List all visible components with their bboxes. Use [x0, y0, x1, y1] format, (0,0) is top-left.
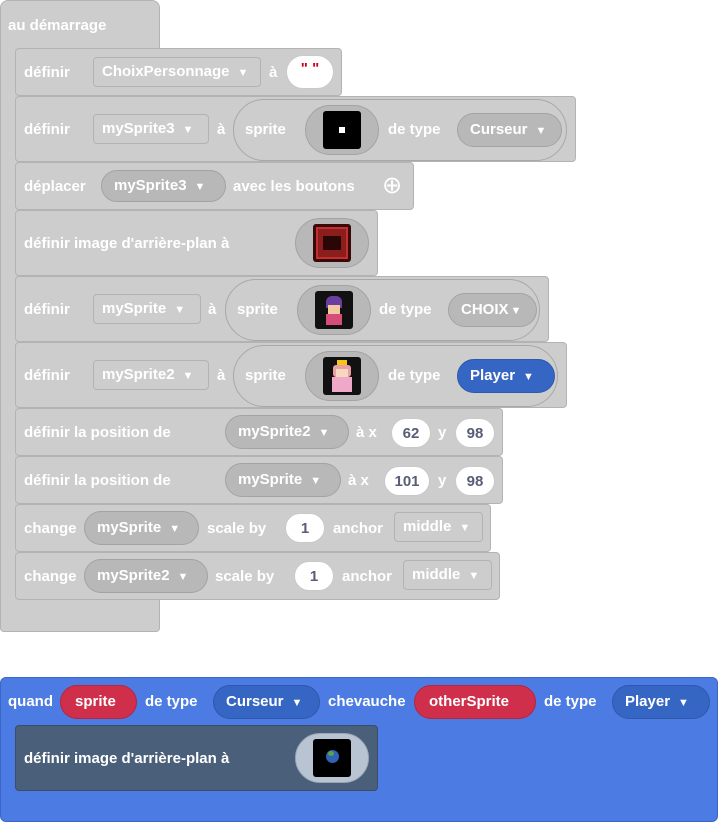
chevron-down-icon: ▼ — [459, 522, 471, 534]
planet-background-image — [313, 739, 351, 777]
to-label: à — [217, 367, 226, 384]
character-sprite-image — [315, 291, 353, 329]
chevron-down-icon: ▼ — [177, 571, 189, 583]
anchor-dropdown[interactable]: middle ▼ — [403, 560, 492, 590]
set-keyword: définir — [24, 64, 70, 81]
variable-dropdown-mysprite3[interactable]: mySprite3 ▼ — [93, 114, 209, 144]
set-background-label: définir image d'arrière-plan à — [24, 750, 230, 767]
sprite-image-picker[interactable] — [305, 105, 379, 155]
chevron-down-icon: ▼ — [169, 523, 181, 535]
anchor-label: anchor — [342, 568, 393, 585]
with-buttons-label: avec les boutons — [233, 178, 355, 195]
y-input[interactable]: 98 — [455, 418, 495, 448]
set-background-label: définir image d'arrière-plan à — [24, 235, 230, 252]
variable-dropdown-mysprite2[interactable]: mySprite2 ▼ — [225, 415, 349, 449]
variable-dropdown-choixpersonnage[interactable]: ChoixPersonnage ▼ — [93, 57, 261, 87]
y-label: y — [438, 472, 447, 489]
scale-by-label: scale by — [215, 568, 275, 585]
set-keyword: définir — [24, 301, 70, 318]
anchor-dropdown[interactable]: middle ▼ — [394, 512, 483, 542]
scale-by-label: scale by — [207, 520, 267, 537]
cursor-sprite-image — [323, 111, 361, 149]
sprite-keyword: sprite — [237, 301, 278, 318]
variable-dropdown-mysprite[interactable]: mySprite ▼ — [84, 511, 199, 545]
sprite-keyword: sprite — [245, 121, 286, 138]
move-keyword: déplacer — [24, 178, 86, 195]
chevron-down-icon: ▼ — [523, 371, 534, 383]
type-keyword: de type — [388, 121, 441, 138]
kind-dropdown-player[interactable]: Player ▼ — [612, 685, 710, 719]
kind-dropdown-curseur[interactable]: Curseur ▼ — [457, 113, 562, 147]
other-sprite-variable-pill[interactable]: otherSprite — [414, 685, 536, 719]
chevron-down-icon: ▼ — [468, 570, 480, 582]
set-position-label: définir la position de — [24, 472, 171, 489]
chevron-down-icon: ▼ — [291, 697, 303, 709]
variable-dropdown-mysprite3[interactable]: mySprite3 ▼ — [101, 170, 226, 202]
chevron-down-icon: ▼ — [174, 304, 186, 316]
y-input[interactable]: 98 — [455, 466, 495, 496]
chevron-down-icon: ▼ — [318, 427, 330, 439]
change-keyword: change — [24, 520, 77, 537]
chevron-down-icon: ▼ — [535, 125, 547, 137]
background-image-picker[interactable] — [295, 733, 369, 783]
type-keyword: de type — [379, 301, 432, 318]
sprite-image-picker[interactable] — [305, 351, 379, 401]
to-label: à — [208, 301, 217, 318]
variable-dropdown-mysprite[interactable]: mySprite ▼ — [93, 294, 201, 324]
sprite-keyword: sprite — [245, 367, 286, 384]
type-keyword: de type — [145, 693, 198, 710]
chevron-down-icon: ▼ — [510, 305, 522, 317]
chevron-down-icon: ▼ — [194, 181, 206, 193]
theater-background-image — [313, 224, 351, 262]
sprite-image-picker[interactable] — [297, 285, 371, 335]
anchor-label: anchor — [333, 520, 384, 537]
scale-input[interactable]: 1 — [285, 513, 325, 543]
set-keyword: définir — [24, 367, 70, 384]
kind-dropdown-choix[interactable]: CHOIX ▼ — [448, 293, 537, 327]
at-x-label: à x — [348, 472, 369, 489]
chevron-down-icon: ▼ — [678, 697, 689, 709]
chevron-down-icon: ▼ — [310, 475, 322, 487]
y-label: y — [438, 424, 447, 441]
change-keyword: change — [24, 568, 77, 585]
background-image-picker[interactable] — [295, 218, 369, 268]
overlaps-keyword: chevauche — [328, 693, 406, 710]
to-label: à — [269, 64, 278, 81]
add-icon[interactable]: ⊕ — [382, 172, 402, 200]
type-keyword: de type — [544, 693, 597, 710]
type-keyword: de type — [388, 367, 441, 384]
variable-dropdown-mysprite[interactable]: mySprite ▼ — [225, 463, 341, 497]
when-keyword: quand — [8, 693, 53, 710]
string-input[interactable]: " " — [286, 55, 334, 89]
scale-input[interactable]: 1 — [294, 561, 334, 591]
sprite-variable-pill[interactable]: sprite — [60, 685, 137, 719]
kind-dropdown-curseur[interactable]: Curseur ▼ — [213, 685, 320, 719]
variable-dropdown-mysprite2[interactable]: mySprite2 ▼ — [84, 559, 208, 593]
princess-sprite-image — [323, 357, 361, 395]
at-x-label: à x — [356, 424, 377, 441]
to-label: à — [217, 121, 226, 138]
set-position-label: définir la position de — [24, 424, 171, 441]
x-input[interactable]: 101 — [384, 466, 430, 496]
on-start-label: au démarrage — [8, 17, 107, 34]
set-keyword: définir — [24, 121, 70, 138]
x-input[interactable]: 62 — [391, 418, 431, 448]
chevron-down-icon: ▼ — [182, 124, 194, 136]
chevron-down-icon: ▼ — [237, 67, 249, 79]
variable-dropdown-mysprite2[interactable]: mySprite2 ▼ — [93, 360, 209, 390]
kind-dropdown-player[interactable]: Player ▼ — [457, 359, 555, 393]
chevron-down-icon: ▼ — [182, 370, 194, 382]
